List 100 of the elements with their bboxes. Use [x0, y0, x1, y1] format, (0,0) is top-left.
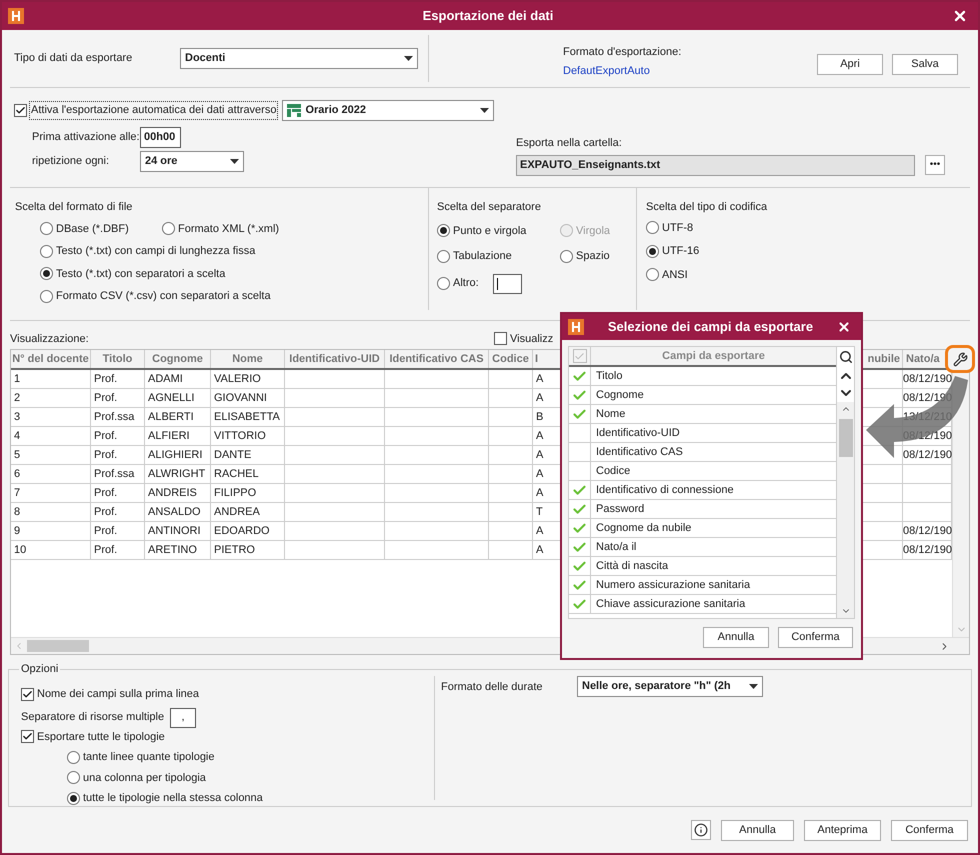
field-name: Città di nascita [596, 558, 668, 574]
table-cell-text: Prof.ssa [94, 466, 134, 482]
table-cell-text: ADAMI [148, 372, 183, 387]
column-header: nubile [868, 352, 900, 367]
field-label: ripetizione ogni: [32, 154, 110, 170]
radio-button[interactable] [162, 222, 175, 236]
table-cell-text: A [536, 542, 544, 558]
radio-button[interactable] [646, 268, 659, 282]
table-cell-text: ALBERTI [148, 410, 194, 425]
table-cell-text: B [536, 410, 544, 425]
radio-button[interactable] [437, 224, 450, 238]
scrollbar-thumb[interactable] [27, 640, 89, 652]
radio-button[interactable] [67, 792, 80, 805]
option-label: Testo (*.txt) con separatori a scelta [56, 266, 226, 282]
radio-button[interactable] [646, 244, 659, 258]
source-dropdown[interactable]: Orario 2022 [282, 100, 494, 121]
radio-button[interactable] [67, 771, 80, 784]
option-label: una colonna per tipologia [83, 770, 206, 786]
close-icon[interactable] [952, 8, 968, 24]
radio-button[interactable] [560, 250, 573, 263]
option-label: UTF-8 [662, 220, 694, 236]
duration-dropdown[interactable]: Nelle ore, separatore "h" (2h [577, 676, 763, 697]
info-button[interactable] [691, 820, 711, 840]
table-cell-text: ANDREIS [148, 486, 197, 501]
table-cell-text: 08/12/190 [903, 542, 952, 558]
radio-button[interactable] [40, 244, 53, 258]
wrench-icon [952, 352, 968, 366]
radio-button[interactable] [646, 221, 659, 234]
option-label: Formato XML (*.xml) [178, 222, 280, 236]
radio-button[interactable] [40, 267, 53, 280]
table-cell-text: 08/12/190 [903, 524, 952, 539]
table-cell-text: VITTORIO [214, 428, 266, 444]
folder-field[interactable]: EXPAUTO_Enseignants.txt [516, 154, 915, 176]
table-cell-text: AGNELLI [148, 390, 194, 406]
field-name: Password [596, 502, 644, 517]
dialog-button[interactable]: Conferma [778, 627, 853, 648]
option-label: DBase (*.DBF) [56, 222, 129, 236]
table-cell-text: FILIPPO [214, 486, 256, 501]
check-icon [572, 520, 587, 536]
table-cell-text: A [536, 428, 544, 444]
table-cell-text: 10 [14, 542, 26, 558]
dialog-button[interactable]: Annulla [721, 820, 794, 840]
separator-field[interactable]: , [170, 708, 196, 728]
column-header: Nome [232, 352, 263, 367]
checkbox[interactable] [494, 332, 507, 346]
calendar-icon [287, 104, 302, 117]
table-cell-text: ANSALDO [148, 504, 201, 520]
table-cell-text: 1 [14, 372, 20, 387]
dialog-button[interactable]: Annulla [703, 627, 769, 648]
group-title: Opzioni [19, 661, 60, 678]
search-icon[interactable] [838, 350, 852, 364]
close-icon[interactable] [837, 320, 851, 334]
table-cell-text: A [536, 486, 544, 501]
column-header: Nato/a [906, 352, 940, 367]
field-name: Codice [596, 464, 630, 479]
field-label: Tipo di dati da esportare [14, 51, 134, 66]
radio-button[interactable] [67, 750, 80, 764]
dialog-button[interactable]: Anteprima [804, 820, 881, 840]
radio-button[interactable] [40, 222, 53, 236]
repeat-dropdown[interactable]: 24 ore [140, 151, 244, 172]
separator-field[interactable] [492, 274, 522, 294]
table-cell-text: 08/12/190 [903, 372, 952, 387]
table-cell-text: Prof. [94, 428, 118, 444]
check-icon [572, 502, 587, 516]
checkbox[interactable] [21, 688, 34, 701]
field-label: Formato delle durate [441, 680, 544, 695]
dialog-button[interactable]: Conferma [891, 820, 968, 840]
dropdown-caret-icon [404, 56, 413, 61]
radio-button[interactable] [40, 290, 53, 303]
checkbox-label: Attiva l'esportazione automatica dei dati attraverso [29, 101, 278, 120]
table-cell-text: A [536, 448, 544, 463]
checkbox[interactable] [21, 730, 34, 744]
vertical-scrollbar[interactable] [837, 402, 854, 618]
scrollbar-thumb[interactable] [838, 419, 852, 457]
field-name: Nome [596, 406, 626, 422]
time-field[interactable]: 00h00 [140, 127, 181, 148]
check-icon [572, 406, 587, 422]
settings-button[interactable] [945, 345, 975, 373]
field-name: Identificativo CAS [596, 444, 683, 460]
table-cell-text: GIOVANNI [214, 390, 267, 406]
section-heading: Visualizzazione: [10, 332, 90, 346]
table-cell-text: 8 [14, 504, 20, 520]
option-label: Tabulazione [453, 249, 512, 264]
field-name: Cognome da nubile [596, 520, 692, 536]
checkbox[interactable] [14, 104, 27, 117]
checkbox-label: Visualizz [510, 332, 554, 346]
table-cell-text: 08/12/190 [903, 448, 952, 463]
dialog-button[interactable]: Salva [892, 54, 958, 75]
browse-button[interactable]: ••• [925, 155, 945, 175]
field-name: Nato/a il [596, 540, 636, 555]
table-cell-text: ANDREA [214, 504, 260, 520]
table-cell-text: 2 [14, 390, 20, 406]
format-link[interactable]: DefautExportAuto [563, 63, 650, 80]
radio-button[interactable] [437, 250, 450, 263]
dialog-button[interactable]: Apri [817, 54, 883, 75]
table-cell-text: ANTINORI [148, 524, 201, 539]
radio-button[interactable] [437, 277, 450, 290]
table-cell-text: A [536, 524, 544, 539]
data-type-dropdown[interactable]: Docenti [180, 48, 418, 69]
option-label: Punto e virgola [453, 224, 526, 238]
